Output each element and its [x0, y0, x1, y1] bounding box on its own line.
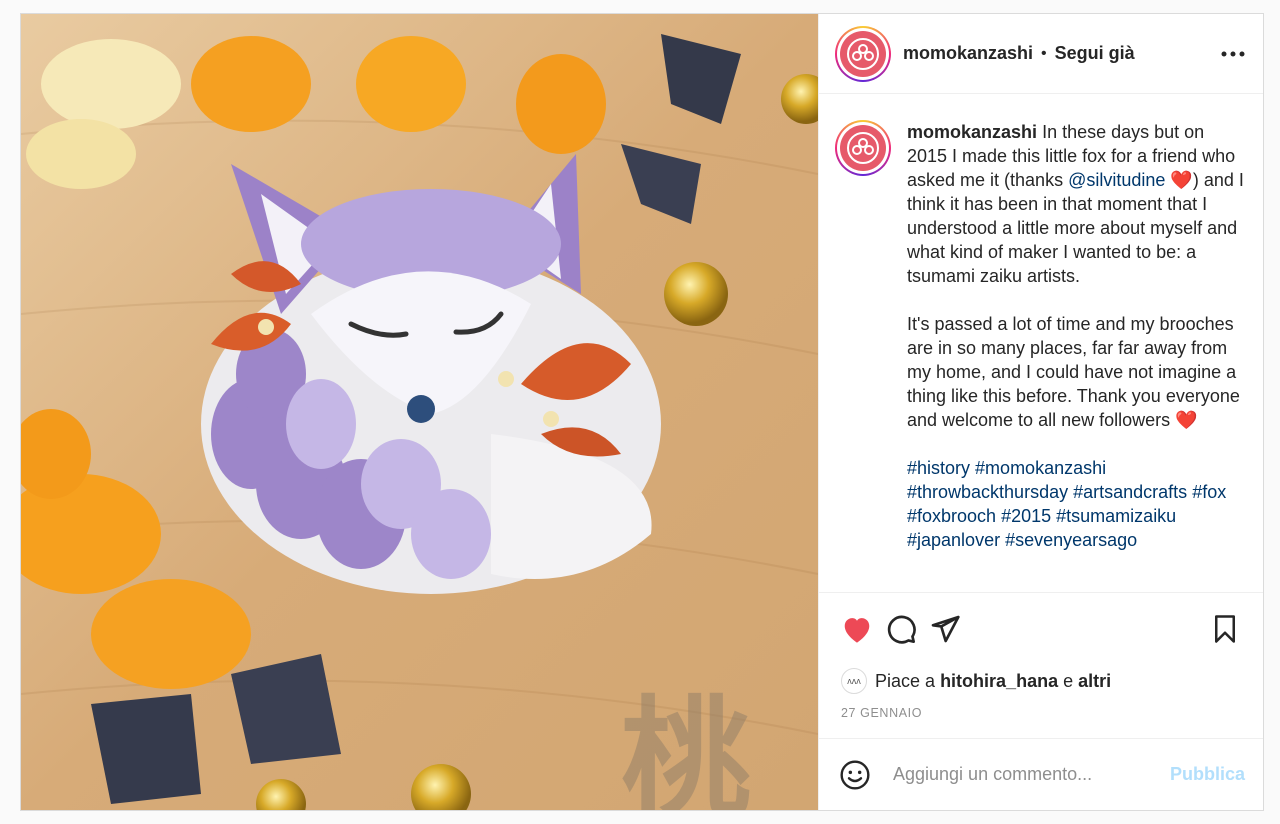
hashtag[interactable]: #history — [907, 458, 970, 478]
post-date[interactable]: 27 GENNAIO — [819, 698, 1263, 738]
hashtag[interactable]: #tsumamizaiku — [1056, 506, 1176, 526]
liker-username[interactable]: hitohira_hana — [940, 671, 1058, 692]
comment-input[interactable] — [893, 764, 1158, 785]
avatar[interactable] — [835, 25, 891, 82]
more-icon[interactable] — [1219, 40, 1247, 68]
caption-mention[interactable]: @silvitudine — [1068, 170, 1165, 190]
svg-text:桃: 桃 — [621, 683, 751, 810]
heart-emoji: ❤️ — [1175, 410, 1198, 430]
likes-prefix: Piace a — [875, 670, 936, 691]
logo-icon — [847, 37, 879, 70]
hashtag[interactable]: #artsandcrafts — [1073, 482, 1187, 502]
likes-line: ᴧᴧᴧ Piace a hitohira_hana e altri — [819, 664, 1263, 698]
comment-bar: Pubblica — [819, 738, 1263, 810]
hashtag[interactable]: #fox — [1192, 482, 1226, 502]
post-header: momokanzashi • Segui già — [819, 14, 1263, 94]
post-image[interactable]: 桃 — [21, 14, 818, 810]
hashtag[interactable]: #foxbrooch — [907, 506, 996, 526]
caption-avatar[interactable] — [835, 120, 891, 176]
fox-brooch-photo: 桃 — [21, 14, 818, 810]
caption-area: momokanzashi In these days but on 2015 I… — [819, 94, 1263, 592]
hashtag[interactable]: #japanlover — [907, 530, 1000, 550]
caption-text: momokanzashi In these days but on 2015 I… — [907, 120, 1247, 576]
hashtag[interactable]: #throwbackthursday — [907, 482, 1068, 502]
publish-button[interactable]: Pubblica — [1170, 764, 1245, 785]
paper-plane-icon[interactable] — [925, 609, 965, 649]
follow-status-button[interactable]: Segui già — [1055, 43, 1135, 64]
action-bar — [819, 592, 1263, 664]
header-username[interactable]: momokanzashi — [903, 43, 1033, 64]
likes-conjunction: e — [1063, 670, 1074, 691]
heart-emoji: ❤️ — [1170, 170, 1193, 190]
post-container: 桃 momokanzashi • Segui già momokanzashi … — [20, 13, 1264, 811]
hashtag[interactable]: #momokanzashi — [975, 458, 1106, 478]
bookmark-icon[interactable] — [1205, 609, 1245, 649]
post-sidebar: momokanzashi • Segui già momokanzashi In… — [818, 14, 1263, 810]
likes-others-link[interactable]: altri — [1078, 671, 1111, 692]
hashtag[interactable]: #sevenyearsago — [1005, 530, 1137, 550]
heart-icon[interactable] — [837, 609, 877, 649]
logo-icon — [847, 132, 879, 164]
caption-username[interactable]: momokanzashi — [907, 122, 1037, 142]
liker-avatar[interactable]: ᴧᴧᴧ — [841, 668, 867, 694]
comment-icon[interactable] — [881, 609, 921, 649]
separator-dot: • — [1041, 44, 1047, 62]
hashtag[interactable]: #2015 — [1001, 506, 1051, 526]
hashtags: #history #momokanzashi #throwbackthursda… — [907, 456, 1247, 552]
emoji-icon[interactable] — [837, 757, 873, 793]
